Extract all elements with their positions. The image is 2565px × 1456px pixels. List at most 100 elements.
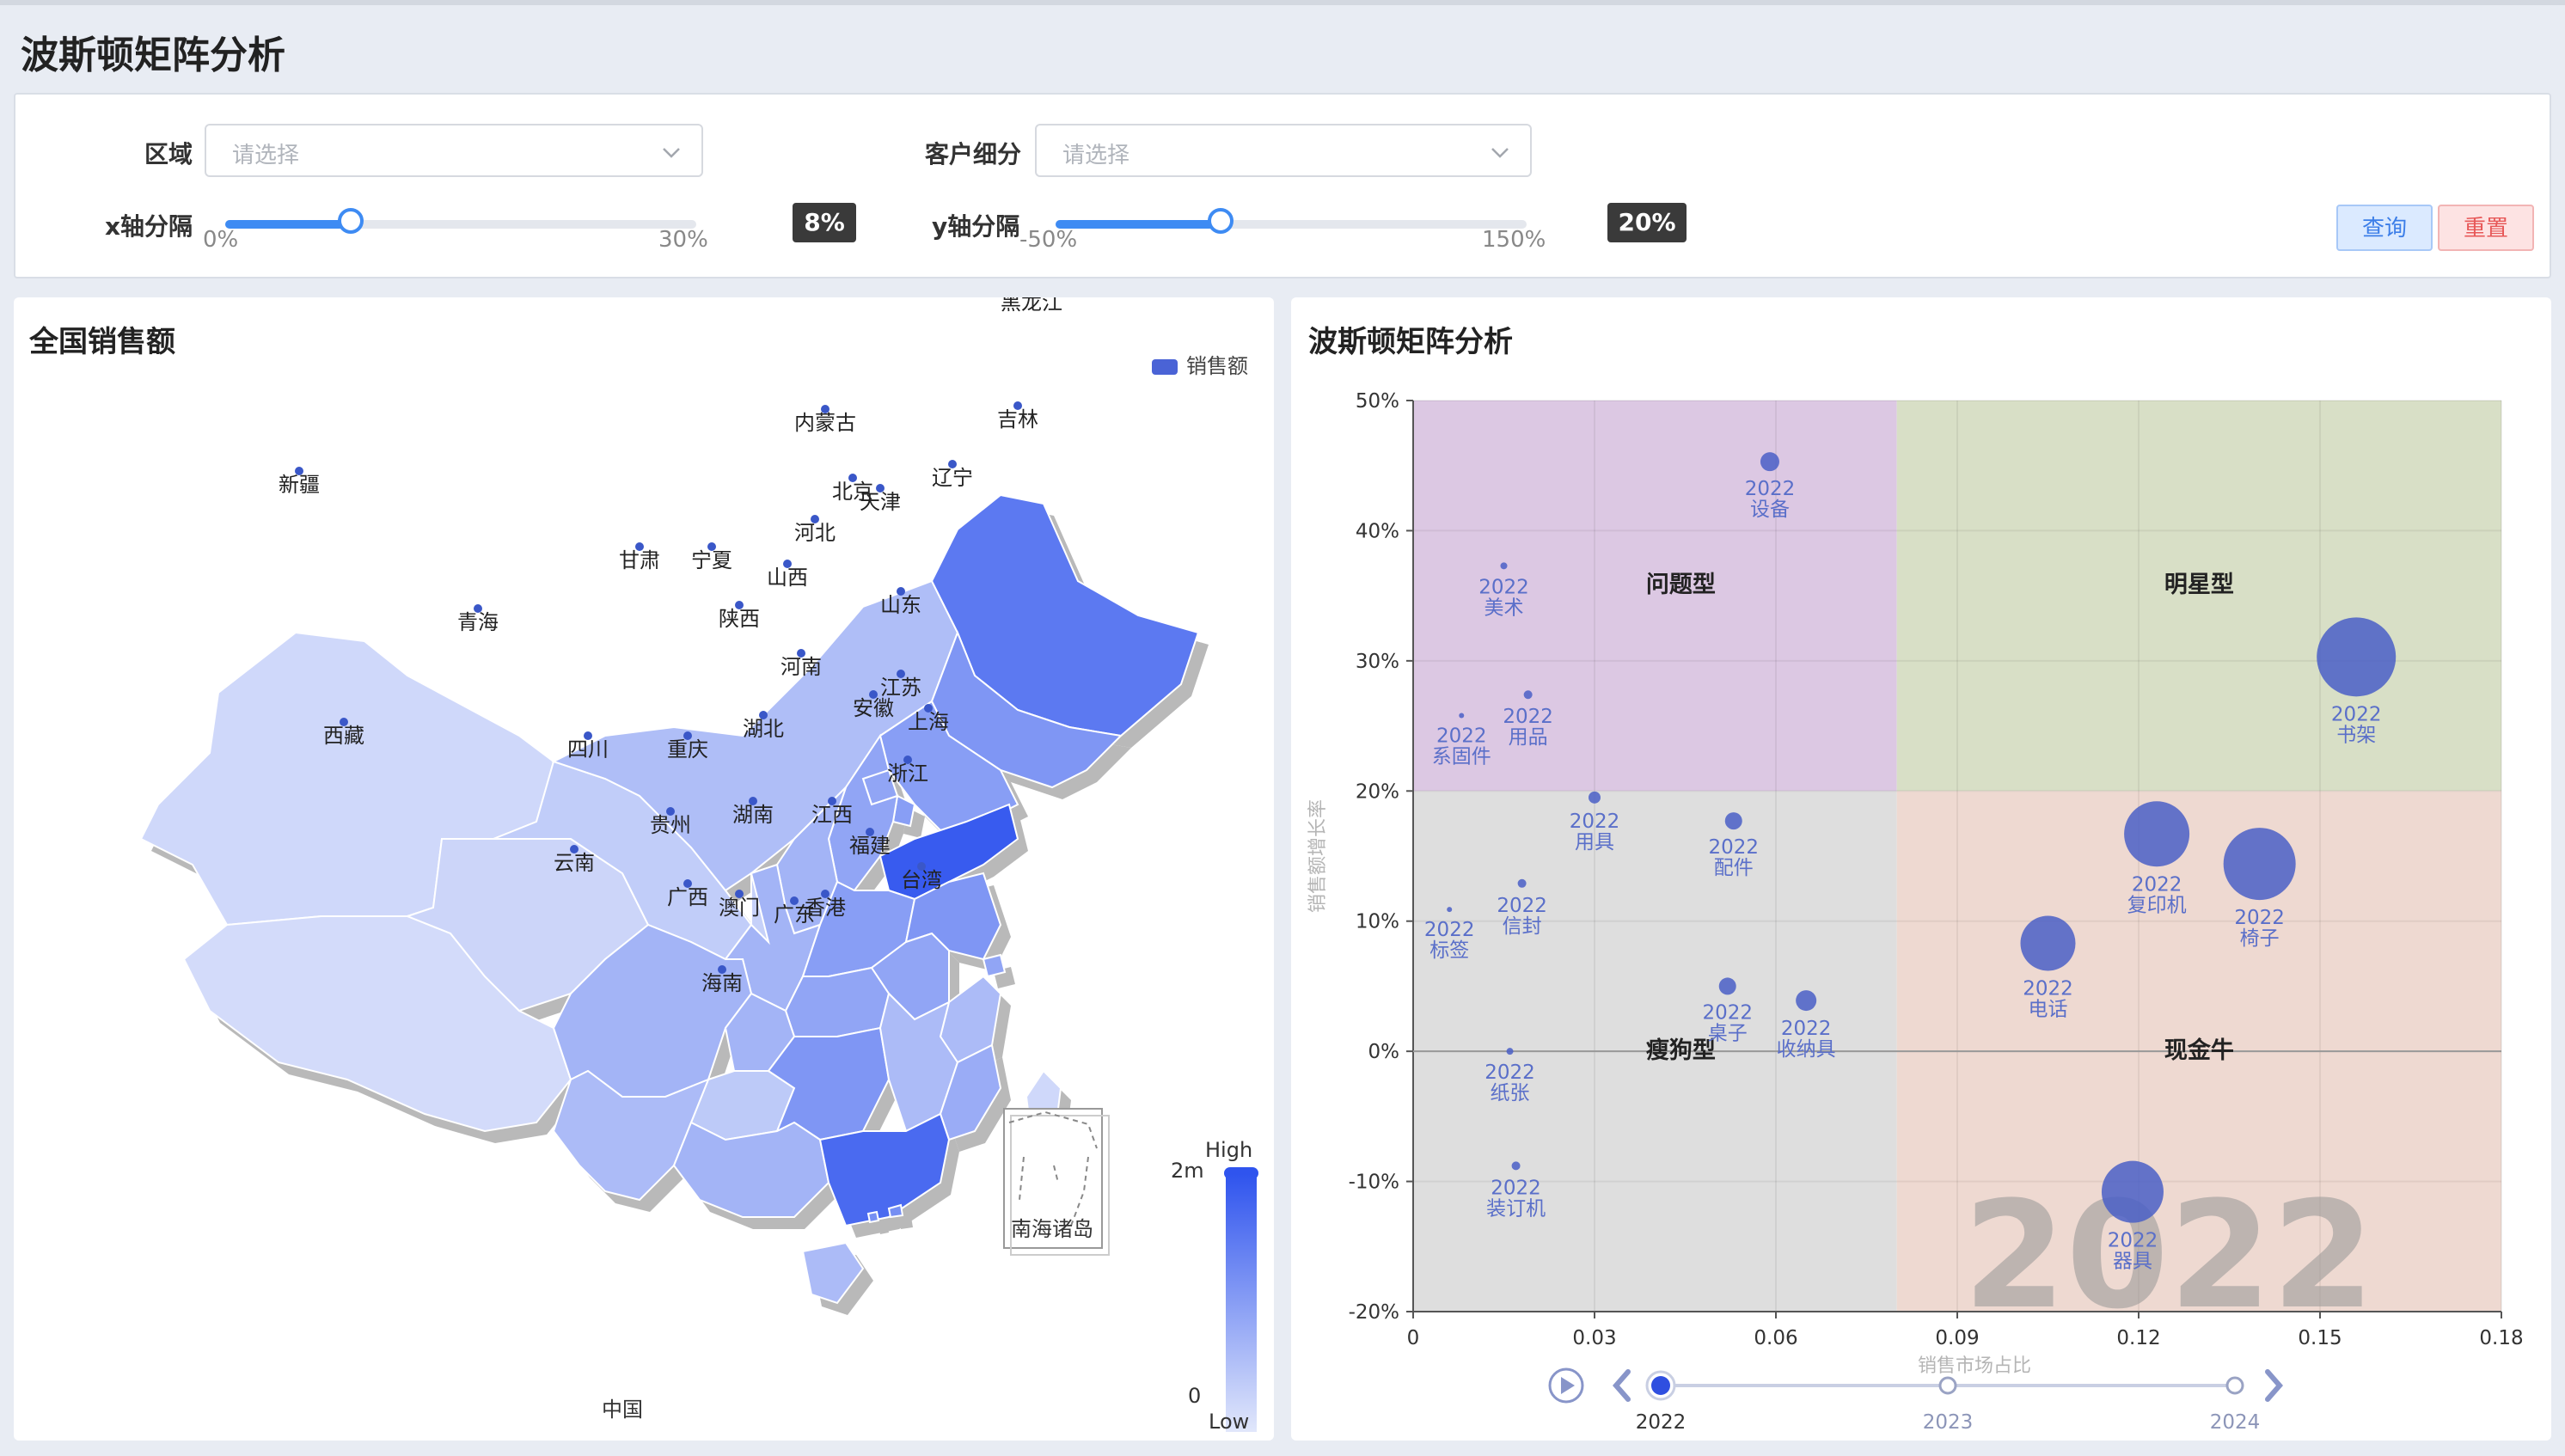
point-year-label: 2022 [1708, 836, 1759, 859]
point-name-label: 用品 [1509, 726, 1548, 749]
scatter-point[interactable] [1724, 812, 1742, 830]
point-year-label: 2022 [1424, 919, 1475, 941]
x-interval-value-badge: 8% [793, 203, 856, 242]
scatter-point[interactable] [2223, 828, 2296, 901]
province-label: 宁夏 [691, 548, 732, 572]
province-label: 海南 [701, 971, 743, 995]
segment-select[interactable]: 请选择 [1035, 124, 1532, 177]
query-button[interactable]: 查询 [2336, 205, 2433, 251]
timeline-year-label: 2023 [1923, 1411, 1974, 1434]
reset-button[interactable]: 重置 [2438, 205, 2534, 251]
legend-swatch[interactable] [1152, 359, 1178, 375]
timeline-next-button[interactable] [2265, 1369, 2283, 1402]
visual-map-min-label: 0 [1188, 1384, 1201, 1408]
legend-label: 销售额 [1186, 354, 1248, 378]
map-footer-label: 中国 [602, 1398, 643, 1422]
province-region[interactable] [784, 966, 891, 1037]
matrix-panel: 波斯顿矩阵分析 -20% -10% 0% 10% 20% 30% 40% 50% 0 0.03 0.… [1291, 297, 2551, 1441]
point-name-label: 复印机 [2127, 894, 2187, 916]
scatter-point[interactable] [2101, 1160, 2164, 1223]
scatter-point[interactable] [1511, 1161, 1521, 1171]
point-name-label: 椅子 [2240, 927, 2280, 950]
scatter-point[interactable] [2317, 617, 2397, 697]
x-tick-label: 0.03 [1572, 1327, 1616, 1349]
point-year-label: 2022 [1503, 706, 1553, 728]
province-label: 辽宁 [932, 466, 973, 490]
point-name-label: 配件 [1714, 857, 1754, 879]
timeline-marker[interactable] [2225, 1376, 2244, 1395]
y-tick-label: 10% [1356, 911, 1399, 933]
point-name-label: 设备 [1750, 499, 1790, 521]
scatter-point[interactable] [1589, 791, 1601, 804]
point-year-label: 2022 [1570, 811, 1620, 833]
timeline-current-dot [1651, 1376, 1670, 1395]
scatter-point[interactable] [1718, 977, 1736, 995]
province-label: 青海 [457, 610, 499, 634]
region-select[interactable]: 请选择 [205, 124, 703, 177]
point-name-label: 桌子 [1708, 1022, 1748, 1044]
province-label: 澳门 [719, 896, 760, 920]
province-label: 安徽 [853, 696, 894, 720]
point-name-label: 系固件 [1432, 745, 1491, 768]
province-region[interactable] [982, 953, 1007, 978]
timeline-prev-button[interactable] [1613, 1369, 1631, 1402]
scatter-point[interactable] [1506, 1048, 1514, 1055]
map-panel: 全国销售额 销售额 新疆 西藏 青海 甘肃 宁夏 内蒙古 黑龙江 吉林 辽宁 北京 天津 河北 山西 陕西… [14, 297, 1274, 1441]
slider-fill [1056, 220, 1221, 229]
timeline-year-label: 2024 [2210, 1411, 2261, 1434]
timeline-marker[interactable] [1938, 1376, 1957, 1395]
x-interval-label: x轴分隔 [105, 212, 193, 241]
region-label: 区域 [144, 140, 193, 168]
province-label: 广西 [667, 885, 708, 909]
slider-handle[interactable] [338, 208, 364, 234]
y-interval-slider[interactable] [1056, 206, 1527, 241]
province-region[interactable] [866, 1210, 880, 1224]
scatter-point[interactable] [2124, 801, 2190, 867]
province-region[interactable] [672, 1121, 830, 1218]
point-year-label: 2022 [1745, 478, 1796, 500]
point-year-label: 2022 [1436, 725, 1487, 747]
scatter-point[interactable] [1517, 878, 1527, 888]
scatter-point[interactable] [1447, 907, 1453, 913]
point-year-label: 2022 [1485, 1061, 1535, 1084]
x-tick-label: 0.18 [2479, 1327, 2523, 1349]
scatter-point[interactable] [1500, 562, 1508, 570]
province-label: 黑龙江 [1001, 297, 1062, 315]
point-year-label: 2022 [1781, 1018, 1832, 1040]
point-year-label: 2022 [2132, 873, 2182, 896]
top-border [0, 0, 2565, 5]
point-year-label: 2022 [2234, 907, 2285, 929]
x-interval-max: 30% [658, 227, 708, 253]
quadrant-label: 现金牛 [2164, 1037, 2234, 1064]
y-interval-min: -50% [1019, 227, 1078, 253]
province-label: 贵州 [650, 813, 691, 837]
x-interval-min: 0% [203, 227, 239, 253]
province-label: 河北 [794, 521, 836, 545]
scatter-point[interactable] [1796, 990, 1817, 1012]
province-label: 浙江 [887, 762, 928, 786]
province-label: 陕西 [719, 607, 760, 631]
scatter-point[interactable] [1760, 452, 1779, 472]
scatter-point[interactable] [1459, 713, 1465, 719]
region-select-placeholder: 请选择 [232, 143, 300, 168]
y-tick-label: 50% [1356, 390, 1399, 413]
visual-map-high-label: High [1205, 1138, 1252, 1162]
quadrant-label: 明星型 [2164, 572, 2234, 598]
y-interval-label: y轴分隔 [932, 212, 1020, 241]
province-label: 云南 [554, 851, 595, 875]
point-year-label: 2022 [1491, 1177, 1541, 1199]
segment-select-placeholder: 请选择 [1062, 143, 1130, 168]
scatter-point[interactable] [2020, 915, 2076, 971]
province-label: 四川 [567, 737, 609, 762]
slider-handle[interactable] [1207, 208, 1234, 234]
south-sea-label: 南海诸岛 [1011, 1217, 1093, 1241]
province-label: 西藏 [323, 724, 364, 748]
province-label: 天津 [860, 490, 901, 514]
scatter-point[interactable] [1523, 690, 1533, 700]
province-label: 江西 [811, 803, 853, 827]
point-name-label: 电话 [2029, 998, 2068, 1020]
y-tick-label: 30% [1356, 651, 1399, 673]
x-interval-slider[interactable] [225, 206, 696, 241]
visual-map-bar[interactable] [1226, 1174, 1257, 1432]
y-tick-label: 20% [1356, 780, 1399, 803]
